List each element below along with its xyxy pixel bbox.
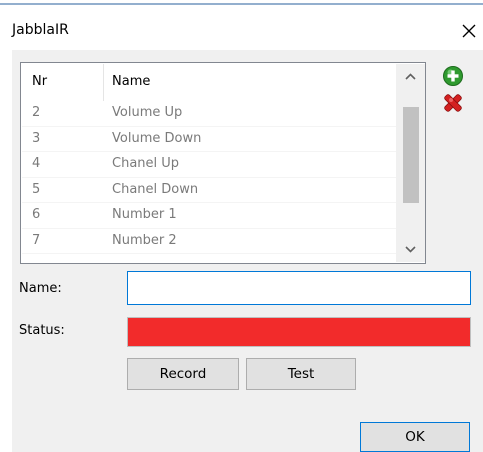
vertical-scrollbar[interactable]: [396, 64, 425, 262]
chevron-up-icon: [405, 73, 416, 80]
list-item[interactable]: 2 Volume Up: [22, 101, 396, 127]
column-header-name[interactable]: Name: [112, 74, 150, 89]
delete-x-icon: [444, 94, 462, 112]
name-input[interactable]: [127, 271, 471, 305]
list-item-nr: 2: [32, 105, 41, 120]
column-divider: [103, 64, 104, 101]
list-item-name: Number 2: [112, 232, 177, 248]
name-label: Name:: [19, 281, 62, 296]
list-item[interactable]: 4 Chanel Up: [22, 152, 396, 178]
dialog-body: Nr Name 2 Volume Up 3 Volume Down 4 Chan…: [12, 50, 483, 452]
window-title: JabblaIR: [12, 22, 69, 38]
list-item[interactable]: 6 Number 1: [22, 203, 396, 229]
status-label: Status:: [19, 323, 65, 338]
list-item-name: Chanel Up: [112, 156, 180, 171]
delete-command-button[interactable]: [442, 92, 464, 114]
list-header: Nr Name: [22, 64, 396, 101]
list-item-nr: 4: [32, 156, 41, 171]
list-item-name: Chanel Down: [112, 181, 199, 197]
list-item[interactable]: 7 Number 2: [22, 229, 396, 254]
list-item-name: Number 1: [112, 207, 177, 222]
add-circle-icon: [443, 66, 463, 86]
record-button[interactable]: Record: [127, 358, 239, 390]
list-item-name: Volume Down: [112, 130, 202, 146]
list-item-nr: 5: [32, 181, 41, 197]
list-item[interactable]: 3 Volume Down: [22, 127, 396, 152]
close-button[interactable]: [455, 17, 483, 45]
ir-command-list[interactable]: Nr Name 2 Volume Up 3 Volume Down 4 Chan…: [20, 62, 426, 264]
scrollbar-thumb[interactable]: [403, 107, 419, 203]
list-item-nr: 7: [32, 232, 41, 248]
background-window-strip: [0, 0, 483, 6]
column-header-nr[interactable]: Nr: [32, 74, 47, 89]
test-button[interactable]: Test: [246, 358, 356, 390]
ok-button[interactable]: OK: [360, 422, 470, 452]
chevron-down-icon: [405, 246, 416, 253]
scroll-down-button[interactable]: [396, 237, 425, 262]
list-item-nr: 3: [32, 130, 41, 146]
close-icon: [462, 24, 476, 38]
list-item-name: Volume Up: [112, 105, 183, 120]
add-command-button[interactable]: [442, 65, 464, 87]
list-rows: 2 Volume Up 3 Volume Down 4 Chanel Up 5 …: [22, 101, 396, 254]
list-item-nr: 6: [32, 207, 41, 222]
scroll-up-button[interactable]: [396, 64, 425, 89]
list-item[interactable]: 5 Chanel Down: [22, 178, 396, 203]
title-bar: JabblaIR: [0, 8, 483, 50]
status-indicator: [127, 317, 471, 347]
